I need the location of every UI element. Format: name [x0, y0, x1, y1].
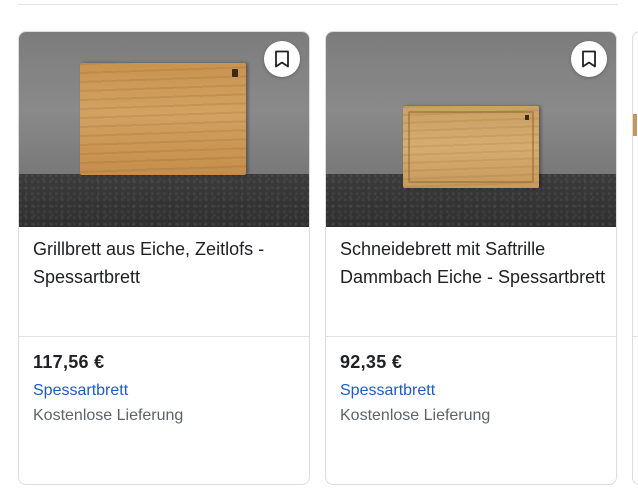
product-price: 117,56 €: [33, 352, 105, 372]
bookmark-icon: [275, 50, 289, 68]
product-price: 92,35 €: [340, 352, 403, 372]
product-card-partial[interactable]: [632, 31, 638, 485]
bookmark-icon: [582, 50, 596, 68]
product-card[interactable]: Schneidebrett mit Saftrille Dammbach Eic…: [325, 31, 617, 485]
card-divider: [19, 336, 309, 337]
brand-mark: [232, 69, 238, 77]
card-divider: [633, 336, 638, 337]
product-image[interactable]: [19, 32, 309, 227]
card-divider: [326, 336, 616, 337]
bookmark-button[interactable]: [264, 41, 300, 77]
product-image-partial[interactable]: [633, 114, 637, 136]
juice-groove: [408, 111, 534, 183]
cutting-board-image: [80, 63, 246, 175]
delivery-info: Kostenlose Lieferung: [33, 407, 184, 424]
top-divider: [18, 4, 618, 5]
product-image[interactable]: [326, 32, 616, 227]
image-floor: [19, 174, 309, 227]
delivery-info: Kostenlose Lieferung: [340, 407, 491, 424]
product-card[interactable]: Grillbrett aus Eiche, Zeitlofs - Spessar…: [18, 31, 310, 485]
seller-link[interactable]: Spessartbrett: [33, 382, 128, 400]
brand-mark: [525, 115, 529, 120]
product-title[interactable]: Schneidebrett mit Saftrille Dammbach Eic…: [340, 235, 608, 291]
seller-link[interactable]: Spessartbrett: [340, 382, 435, 400]
product-title[interactable]: Grillbrett aus Eiche, Zeitlofs - Spessar…: [33, 235, 301, 291]
bookmark-button[interactable]: [571, 41, 607, 77]
cutting-board-image: [403, 106, 539, 188]
